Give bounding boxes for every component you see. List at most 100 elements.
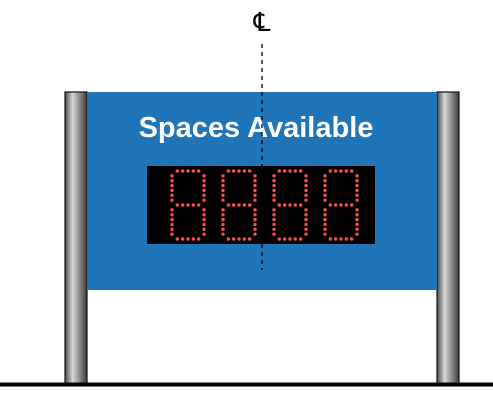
left-post [64, 91, 88, 385]
led-dot [253, 213, 257, 217]
led-dot [237, 237, 241, 241]
led-dot [231, 169, 236, 173]
led-dot [221, 227, 225, 231]
led-dot [191, 169, 196, 173]
led-dot [253, 183, 257, 188]
led-dot [226, 237, 231, 241]
led-dot [272, 183, 276, 188]
led-dot [202, 227, 206, 231]
led-dot [242, 237, 247, 241]
led-dot [304, 183, 308, 188]
led-dot [253, 227, 257, 231]
led-dot [298, 203, 303, 207]
led-dot [253, 179, 257, 183]
led-dot [277, 237, 282, 241]
led-dot [349, 237, 354, 241]
led-dot [247, 169, 252, 173]
led-dot [226, 203, 231, 207]
led-dot [355, 208, 359, 212]
led-dot [253, 174, 257, 178]
led-dot [202, 232, 206, 236]
led-dot [282, 237, 287, 241]
led-dot [304, 179, 308, 183]
led-dot [170, 232, 174, 236]
led-dot [180, 203, 185, 207]
led-dot [288, 203, 292, 207]
led-dot [170, 222, 174, 227]
led-dot [323, 193, 327, 197]
led-dot [304, 188, 308, 193]
led-dot [272, 217, 276, 222]
led-dot [186, 237, 190, 241]
led-dot [170, 227, 174, 231]
led-dot [272, 193, 276, 197]
right-post [436, 91, 460, 385]
led-dot [355, 198, 359, 202]
led-dot [221, 232, 225, 236]
led-dot [355, 183, 359, 188]
led-dot [253, 198, 257, 202]
led-dot [202, 217, 206, 222]
led-dot [196, 237, 201, 241]
led-dot [323, 188, 327, 193]
led-dot [293, 169, 298, 173]
led-dot [304, 232, 308, 236]
led-dot [323, 208, 327, 212]
led-dot [170, 188, 174, 193]
led-dot [202, 213, 206, 217]
led-dot [221, 193, 225, 197]
led-dot [288, 237, 292, 241]
led-dot [339, 237, 343, 241]
led-dot [344, 169, 349, 173]
led-dot [333, 203, 338, 207]
led-dot [170, 174, 174, 178]
sign-diagram: Spaces Available ℄ [0, 8, 493, 387]
led-dot [298, 169, 303, 173]
led-dot [277, 169, 282, 173]
led-dot [180, 169, 185, 173]
led-dot [175, 237, 180, 241]
led-dot [202, 179, 206, 183]
led-dot [323, 179, 327, 183]
led-dot [231, 237, 236, 241]
led-dot [242, 169, 247, 173]
led-dot [288, 169, 292, 173]
led-dot [242, 203, 247, 207]
led-dot [282, 203, 287, 207]
led-dot [196, 203, 201, 207]
led-dot [355, 232, 359, 236]
led-dot [221, 174, 225, 178]
centerline-symbol: ℄ [253, 8, 271, 38]
led-dot [282, 169, 287, 173]
led-dot [333, 169, 338, 173]
led-dot [349, 203, 354, 207]
led-dot [253, 222, 257, 227]
led-dot [175, 169, 180, 173]
led-dot [344, 203, 349, 207]
sign-title: Spaces Available [139, 112, 374, 144]
led-dot [277, 203, 282, 207]
led-dot [186, 203, 190, 207]
led-dot [328, 203, 333, 207]
led-dot [170, 213, 174, 217]
led-dot [339, 203, 343, 207]
led-dot [202, 222, 206, 227]
led-dot [221, 183, 225, 188]
led-dot [170, 217, 174, 222]
led-dot [247, 203, 252, 207]
led-dot [221, 217, 225, 222]
led-dot [323, 222, 327, 227]
led-dot [323, 227, 327, 231]
led-dot [304, 198, 308, 202]
led-dot [247, 237, 252, 241]
led-dot [328, 169, 333, 173]
led-dot [355, 222, 359, 227]
led-dot [175, 203, 180, 207]
led-dot [344, 237, 349, 241]
led-dot [272, 174, 276, 178]
led-dot [323, 232, 327, 236]
led-dot [355, 217, 359, 222]
led-dot [355, 188, 359, 193]
led-dot [304, 213, 308, 217]
led-dot [304, 174, 308, 178]
